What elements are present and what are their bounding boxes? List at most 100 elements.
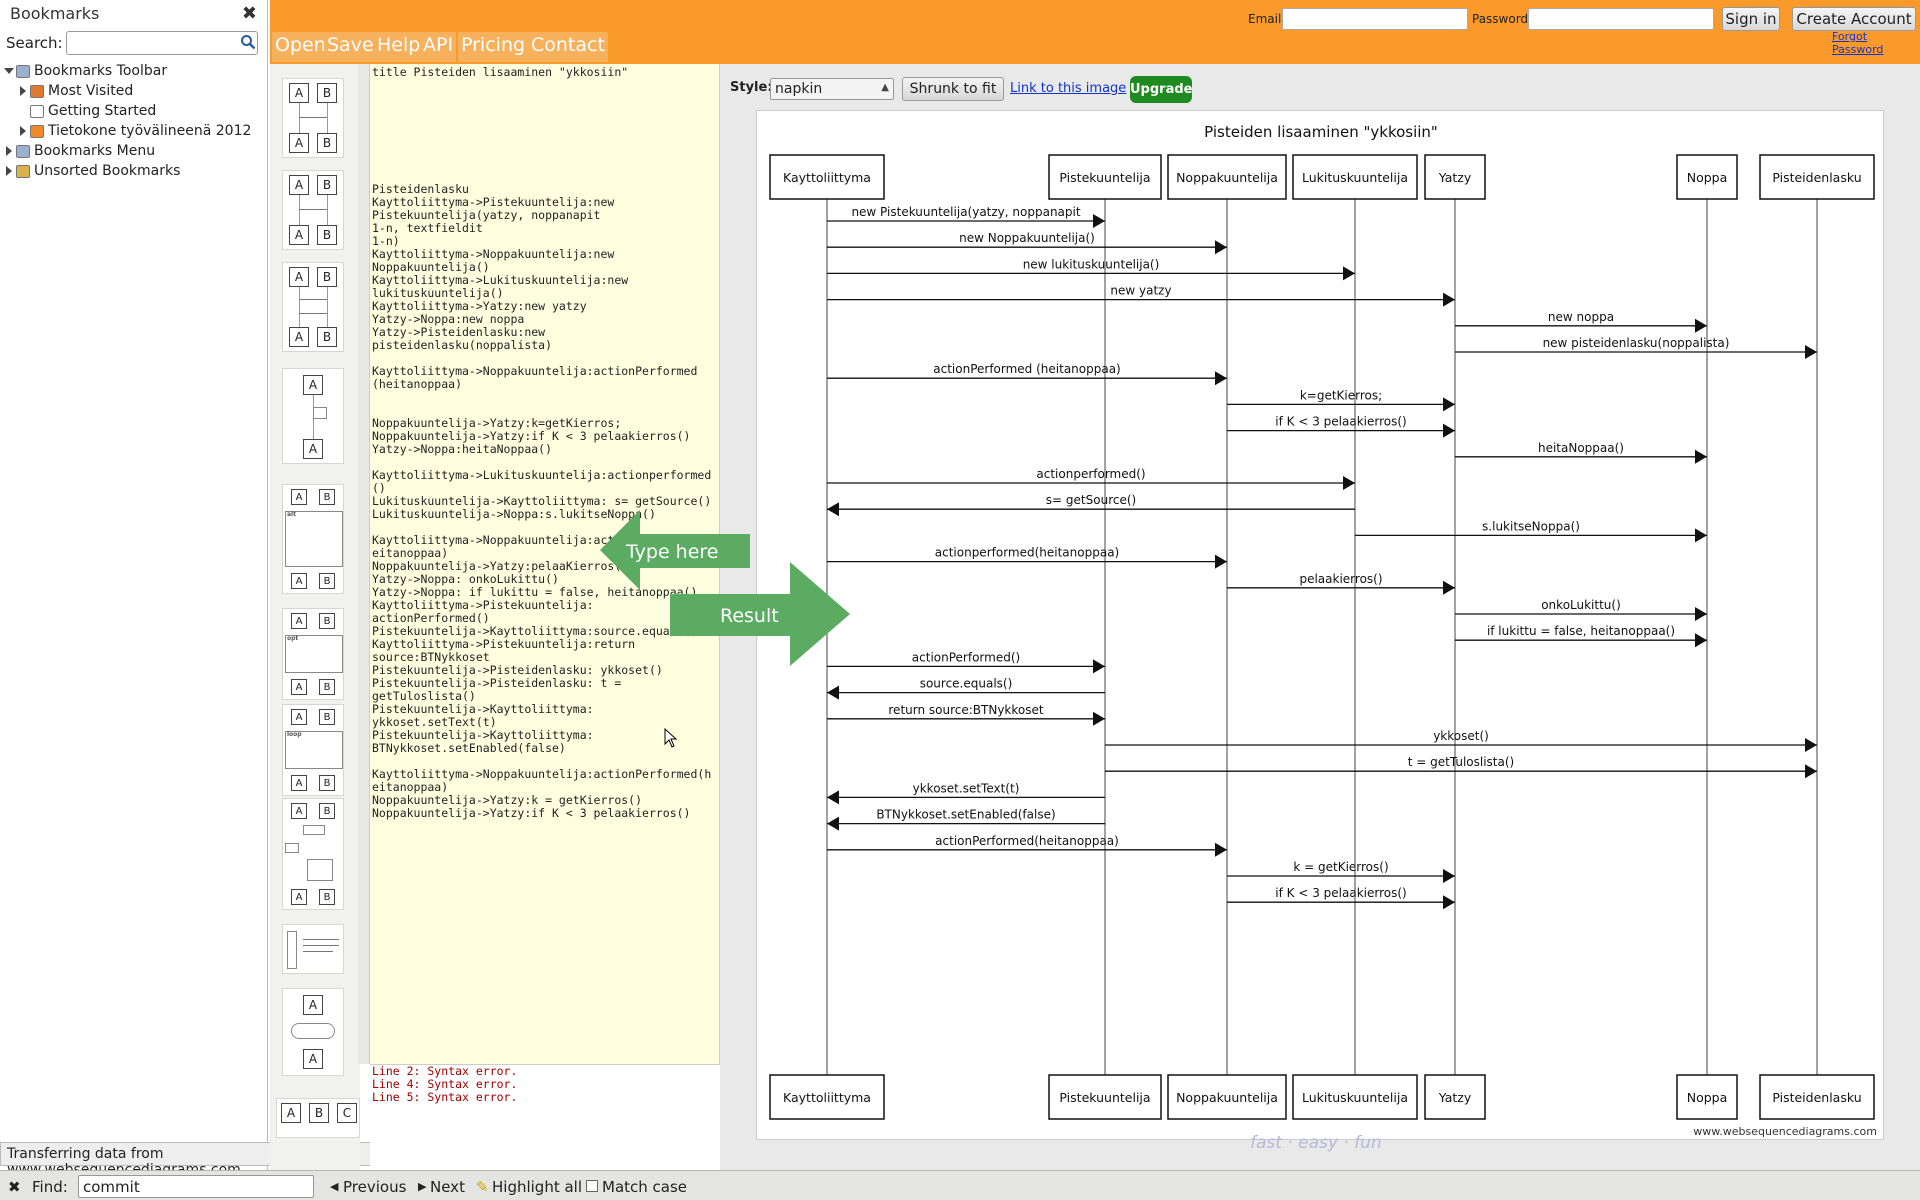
search-icon[interactable] xyxy=(240,34,256,50)
nav-save[interactable]: Save xyxy=(324,32,377,62)
diagram-title: Pisteiden lisaaminen "ykkosiin" xyxy=(1204,123,1438,141)
thumbnail-state[interactable]: A A xyxy=(282,988,344,1076)
arrowhead xyxy=(1695,528,1707,543)
message-label: source.equals() xyxy=(920,677,1013,691)
toolbar-folder-icon xyxy=(16,65,30,78)
thumb-box: A xyxy=(291,889,307,905)
search-input[interactable] xyxy=(66,31,258,55)
message-label: k=getKierros; xyxy=(1300,388,1382,402)
link-to-image[interactable]: Link to this image xyxy=(1010,81,1126,96)
participant-label: Yatzy xyxy=(1438,1090,1472,1105)
chevron-right-icon[interactable] xyxy=(20,126,26,136)
style-select[interactable]: napkin ▲ xyxy=(770,78,894,100)
arrowhead xyxy=(1443,580,1455,595)
thumbnail-opt[interactable]: A B opt A B xyxy=(282,608,344,700)
match-case-checkbox[interactable] xyxy=(586,1180,598,1192)
arrowhead xyxy=(1695,449,1707,464)
message-label: new pisteidenlasku(noppalista) xyxy=(1543,336,1730,350)
thumbnail-notes[interactable]: A B A B xyxy=(282,798,344,910)
thumbnail-signals[interactable]: A B C xyxy=(276,1098,360,1138)
editor-scrollbar[interactable] xyxy=(358,64,370,1064)
bookmark-tree-item[interactable]: Tietokone työvälineenä 2012 xyxy=(0,122,268,142)
chevron-right-icon[interactable] xyxy=(6,146,12,156)
participant-label: Noppa xyxy=(1687,1090,1728,1105)
thumb-box: B xyxy=(319,709,335,725)
arrowhead xyxy=(1215,842,1227,857)
message-label: new Pistekuuntelija(yatzy, noppanapit xyxy=(851,205,1080,219)
editor-text[interactable]: title Pisteiden lisaaminen "ykkosiin" Pi… xyxy=(370,64,719,820)
participant-label: Kayttoliittyma xyxy=(783,170,871,185)
arrowhead xyxy=(827,816,839,831)
arrowhead xyxy=(1093,711,1105,726)
close-icon[interactable]: ✖ xyxy=(8,1178,21,1196)
arrowhead xyxy=(1695,318,1707,333)
bookmark-tree-item[interactable]: Bookmarks Toolbar xyxy=(0,62,268,82)
chevron-left-icon[interactable]: ◀ xyxy=(330,1180,338,1193)
sign-in-button[interactable]: Sign in xyxy=(1722,7,1780,31)
unsorted-folder-icon xyxy=(16,165,30,178)
nav-pricing[interactable]: Pricing xyxy=(458,32,529,62)
message-label: actionPerformed (heitanoppaa) xyxy=(933,362,1121,376)
thumb-box: B xyxy=(319,889,335,905)
message-label: if lukittu = false, heitanoppaa() xyxy=(1487,624,1675,638)
thumb-box: A xyxy=(289,225,309,245)
previous-button[interactable]: Previous xyxy=(343,1178,406,1196)
thumbnail-text-block[interactable] xyxy=(282,924,344,974)
sequence-diagram: Pisteiden lisaaminen "ykkosiin" Kayttolii… xyxy=(756,110,1884,1140)
email-field[interactable] xyxy=(1282,8,1468,30)
thumb-box: B xyxy=(319,573,335,589)
thumbnail-self-message[interactable]: A A xyxy=(282,368,344,464)
message-label: onkoLukittu() xyxy=(1541,598,1621,612)
create-account-button[interactable]: Create Account xyxy=(1792,7,1916,31)
message-label: s= getSource() xyxy=(1046,493,1136,507)
thumb-alt-frame xyxy=(285,511,343,567)
password-field[interactable] xyxy=(1528,8,1714,30)
close-icon[interactable]: ✖ xyxy=(242,3,257,24)
participant-label: Lukituskuuntelija xyxy=(1302,170,1408,185)
thumb-lifeline xyxy=(299,103,300,133)
highlight-all-button[interactable]: Highlight all xyxy=(492,1178,582,1196)
thumbnail-return[interactable]: A B A B xyxy=(282,170,344,250)
thumbnail-loop[interactable]: A B loop A B xyxy=(282,704,344,796)
arrowhead xyxy=(1093,659,1105,674)
bookmark-tree-item[interactable]: Bookmarks Menu xyxy=(0,142,268,162)
upgrade-button[interactable]: Upgrade xyxy=(1130,76,1192,103)
thumb-box: A xyxy=(303,995,323,1015)
find-input[interactable]: commit xyxy=(78,1175,314,1198)
chevron-right-icon[interactable] xyxy=(20,86,26,96)
arrowhead xyxy=(1443,397,1455,412)
thumb-note xyxy=(303,825,325,835)
arrowhead xyxy=(1443,895,1455,910)
arrowhead xyxy=(1215,371,1227,386)
thumb-box: A xyxy=(289,267,309,287)
message-label: actionperformed(heitanoppaa) xyxy=(935,546,1119,560)
thumb-box: A xyxy=(291,709,307,725)
message-label: if K < 3 pelaakierros() xyxy=(1275,886,1406,900)
nav-open[interactable]: Open xyxy=(272,32,329,62)
chevron-right-icon[interactable]: ▶ xyxy=(418,1180,426,1193)
style-label: Style: xyxy=(730,80,773,95)
thumb-box: B xyxy=(317,225,337,245)
thumbnail-two-messages[interactable]: A B A B xyxy=(282,262,344,352)
chevron-down-icon[interactable] xyxy=(4,68,14,74)
bookmark-tree-item[interactable]: Unsorted Bookmarks xyxy=(0,162,268,182)
shrunk-to-fit-button[interactable]: Shrunk to fit xyxy=(902,77,1004,101)
nav-contact[interactable]: Contact xyxy=(528,32,608,62)
thumbnail-simple[interactable]: A B A B xyxy=(282,78,344,158)
chevron-right-icon[interactable] xyxy=(6,166,12,176)
nav-api[interactable]: API xyxy=(420,32,457,62)
thumb-box: B xyxy=(317,267,337,287)
bookmark-label: Unsorted Bookmarks xyxy=(34,163,181,179)
next-button[interactable]: Next xyxy=(430,1178,465,1196)
password-label: Password: xyxy=(1472,12,1533,26)
source-editor[interactable]: title Pisteiden lisaaminen "ykkosiin" Pi… xyxy=(370,64,720,1064)
participant-label: Noppa xyxy=(1687,170,1728,185)
thumb-note xyxy=(287,931,297,969)
email-label: Email: xyxy=(1248,12,1286,26)
bookmark-tree-item[interactable]: Getting Started xyxy=(0,102,268,122)
nav-help[interactable]: Help xyxy=(374,32,424,62)
forgot-password-link[interactable]: Forgot Password xyxy=(1832,30,1920,56)
arrowhead xyxy=(1805,345,1817,359)
thumbnail-alt[interactable]: A B alt A B xyxy=(282,484,344,594)
bookmark-tree-item[interactable]: Most Visited xyxy=(0,82,268,102)
